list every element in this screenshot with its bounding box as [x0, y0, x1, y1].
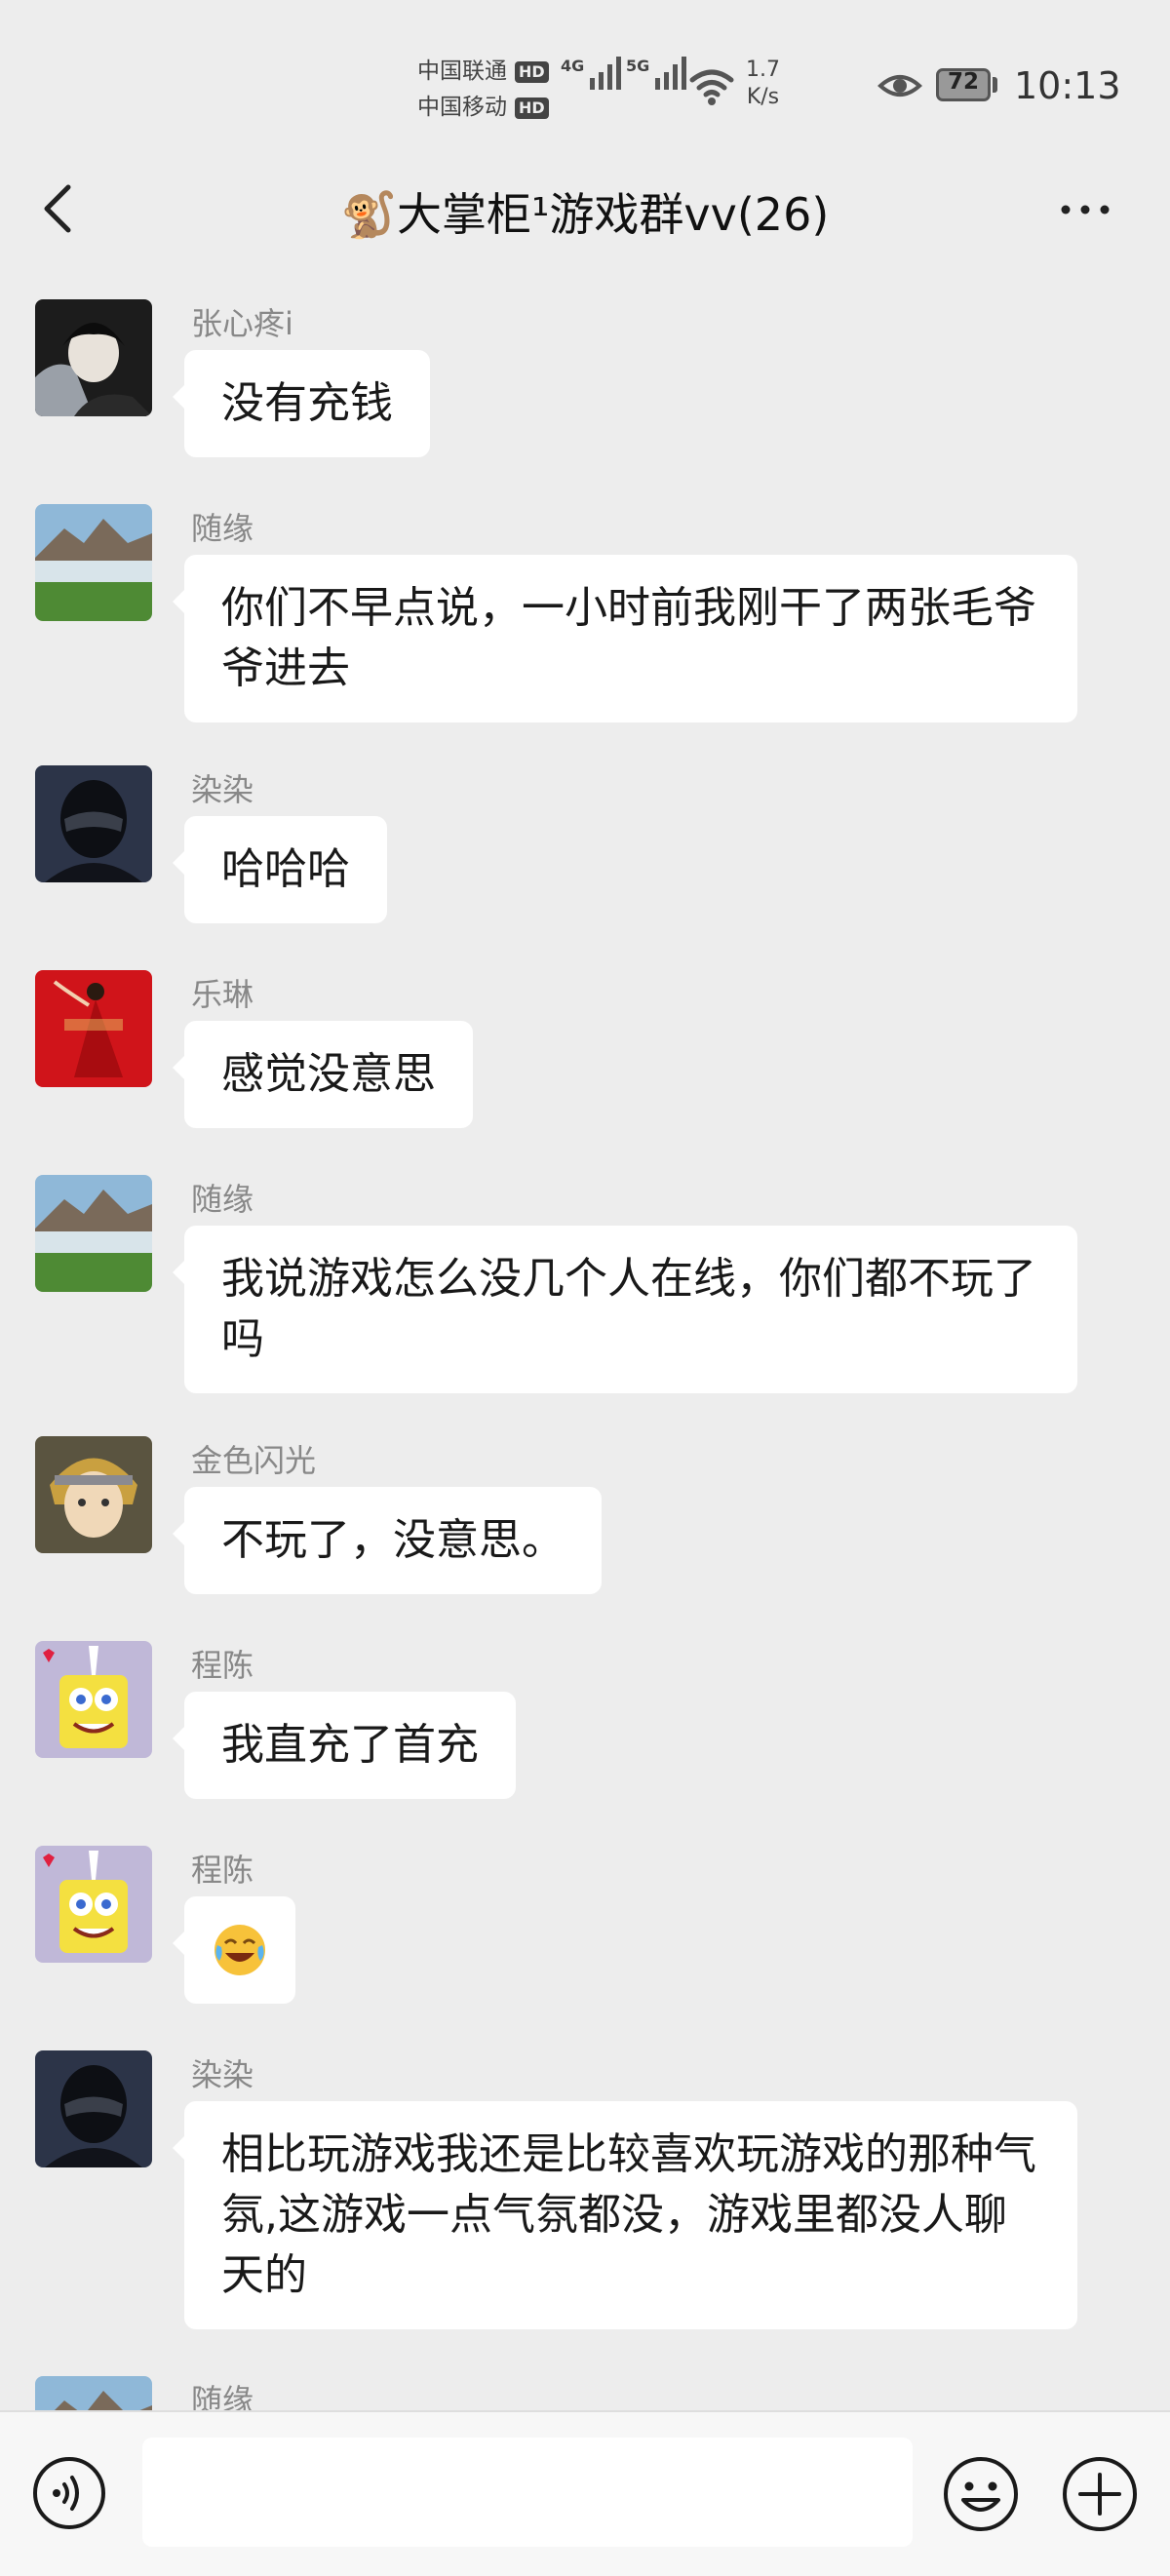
- carrier-1: 中国联通: [417, 59, 507, 84]
- avatar[interactable]: [35, 1641, 152, 1758]
- sender-name: 随缘: [191, 510, 254, 547]
- signal-4g-icon: 4G: [561, 57, 622, 90]
- clock: 10:13: [1014, 64, 1121, 107]
- sender-name: 张心疼i: [191, 305, 293, 342]
- sender-name: 乐琳: [191, 976, 254, 1013]
- sender-name: 程陈: [191, 1852, 254, 1889]
- network-speed: 1.7 K/s: [746, 57, 780, 111]
- battery-tip: [993, 77, 997, 93]
- message-bubble[interactable]: 哈哈哈: [173, 816, 387, 923]
- avatar[interactable]: [35, 1436, 152, 1553]
- battery-level: 72: [947, 69, 979, 95]
- status-bar: 中国联通 HD 中国移动 HD 4G 5G 1.7 K/s 72 10:13: [0, 0, 1170, 146]
- eye-icon: [878, 75, 922, 97]
- laughing-emoji-icon: [214, 1925, 265, 1975]
- chat-title: 🐒大掌柜¹游戏群vv(26): [340, 188, 830, 241]
- message-bubble[interactable]: 没有充钱: [173, 350, 430, 457]
- avatar[interactable]: [35, 970, 152, 1087]
- message-bubble[interactable]: 你们不早点说，一小时前我刚干了两张毛爷爷进去: [173, 555, 1077, 722]
- battery-icon: 72: [936, 68, 991, 101]
- message-bubble[interactable]: 感觉没意思: [173, 1021, 473, 1128]
- message-bubble[interactable]: 不玩了，没意思。: [173, 1487, 602, 1594]
- avatar[interactable]: [35, 1175, 152, 1292]
- sender-name: 染染: [191, 771, 254, 808]
- message-input[interactable]: [142, 2438, 913, 2547]
- message-bubble[interactable]: 相比玩游戏我还是比较喜欢玩游戏的那种气氛,这游戏一点气氛都没，游戏里都没人聊天的: [173, 2101, 1077, 2329]
- chat-header: 🐒大掌柜¹游戏群vv(26): [0, 146, 1170, 271]
- avatar[interactable]: [35, 2050, 152, 2167]
- avatar[interactable]: [35, 504, 152, 621]
- message-bubble[interactable]: 我说游戏怎么没几个人在线，你们都不玩了吗: [173, 1226, 1077, 1393]
- network-gen-label: 4G: [561, 57, 585, 75]
- hd-badge: HD: [515, 97, 549, 119]
- sender-name: 随缘: [191, 1181, 254, 1218]
- wifi-icon: [689, 69, 734, 105]
- sender-name: 金色闪光: [191, 1442, 317, 1479]
- avatar[interactable]: [35, 1846, 152, 1963]
- voice-button[interactable]: [31, 2455, 107, 2531]
- more-button[interactable]: [1056, 185, 1114, 234]
- speed-unit: K/s: [746, 85, 780, 109]
- plus-button[interactable]: [1061, 2455, 1139, 2533]
- emoji-button[interactable]: [942, 2455, 1020, 2533]
- message-bubble[interactable]: 我直充了首充: [173, 1692, 516, 1799]
- message-bubble[interactable]: [173, 1896, 295, 2004]
- speed-value: 1.7: [746, 58, 780, 82]
- carrier-2: 中国移动: [417, 95, 507, 120]
- hd-badge: HD: [515, 60, 549, 83]
- carrier-info: 中国联通 HD 中国移动 HD: [417, 54, 549, 126]
- avatar[interactable]: [35, 765, 152, 882]
- network-gen-label: 5G: [626, 57, 650, 75]
- sender-name: 染染: [191, 2056, 254, 2093]
- signal-5g-icon: 5G: [626, 57, 687, 90]
- input-bar: [0, 2410, 1170, 2576]
- sender-name: 程陈: [191, 1647, 254, 1684]
- avatar[interactable]: [35, 299, 152, 416]
